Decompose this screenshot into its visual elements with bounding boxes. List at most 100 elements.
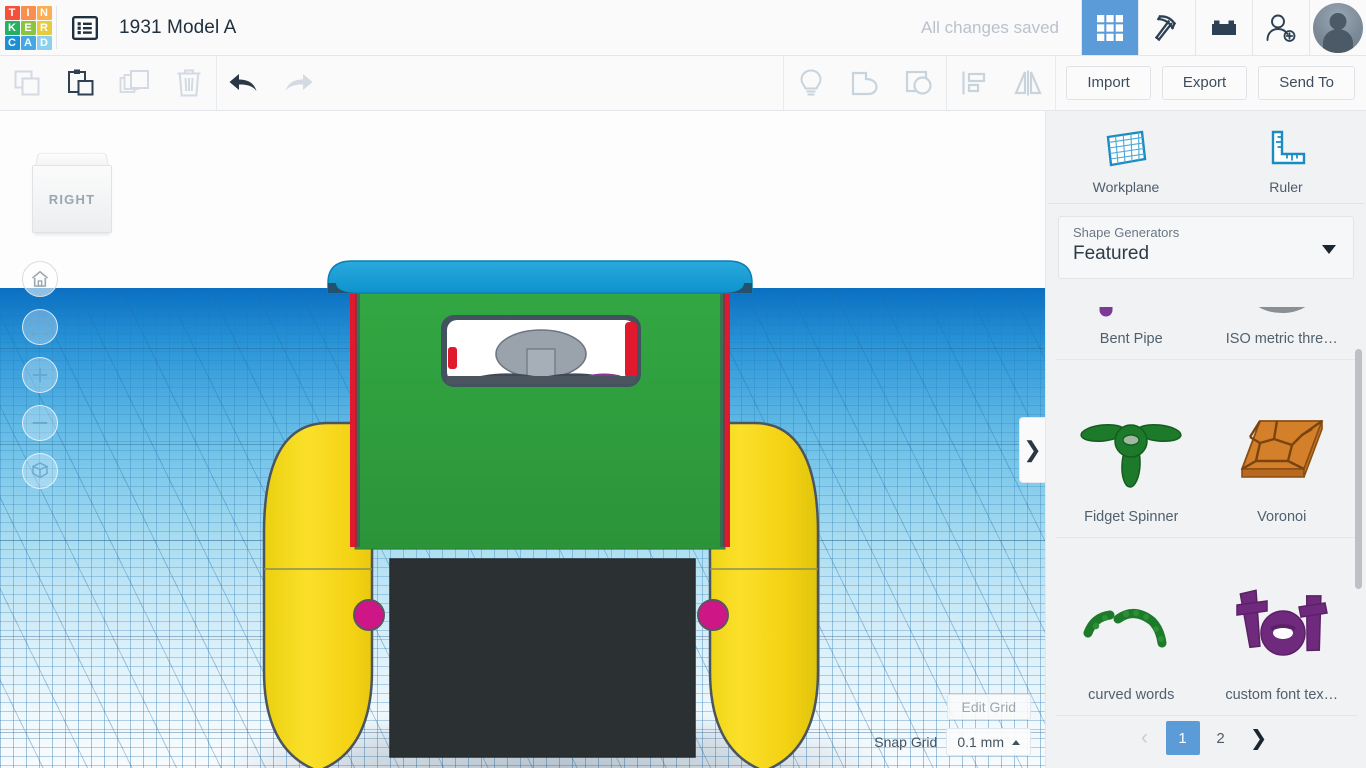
shape-item-voronoi[interactable]: Voronoi [1207, 360, 1358, 537]
workplane-tab-label: Workplane [1092, 178, 1160, 195]
snap-grid-select[interactable]: 0.1 mm [946, 728, 1031, 756]
import-button[interactable]: Import [1066, 66, 1151, 100]
group-shapes-icon [852, 71, 878, 96]
logo-letter-i: I [20, 6, 36, 20]
edit-toolbar: Import Export Send To [0, 56, 1366, 111]
right-edge-shade [720, 289, 725, 547]
shape-label: Voronoi [1257, 509, 1307, 525]
curved-words-icon [1083, 609, 1167, 648]
redo-button[interactable] [271, 56, 325, 110]
logo-letter-e: E [20, 21, 36, 35]
bent-pipe-icon [1099, 307, 1113, 317]
shape-item-bent-pipe[interactable]: Bent Pipe [1056, 291, 1207, 359]
shape-item-custom-font-text[interactable]: custom font tex… [1207, 538, 1358, 715]
logo-letter-n: N [36, 6, 52, 20]
shape-generator-value: Featured [1073, 243, 1150, 264]
shape-label: Bent Pipe [1099, 331, 1163, 347]
shape-label: custom font tex… [1225, 687, 1339, 703]
ungroup-button[interactable] [892, 56, 946, 110]
left-edge-shade [355, 289, 360, 547]
shape-list-scroll-area[interactable]: Bent Pipe ISO metric thre… Fidget Spinne… [1046, 291, 1366, 768]
snap-grid-value: 0.1 mm [957, 734, 1004, 750]
shape-pagination: ‹ 1 2 ❯ [1046, 716, 1357, 760]
tinkercad-logo[interactable]: T I N K E R C A D [0, 0, 56, 56]
left-wheel-hub [353, 599, 385, 631]
pickaxe-icon [1154, 14, 1177, 41]
edit-grid-button[interactable]: Edit Grid [946, 694, 1031, 720]
fidget-spinner-icon [1080, 423, 1182, 488]
document-list-icon [72, 15, 98, 40]
avatar [1313, 2, 1363, 53]
model-3d-object[interactable] [0, 111, 1045, 768]
duplicate-button[interactable] [108, 56, 162, 110]
zoom-out-button[interactable] [22, 405, 58, 441]
page-title[interactable]: 1931 Model A [113, 0, 236, 55]
undo-button[interactable] [217, 56, 271, 110]
view-cube[interactable]: RIGHT [32, 149, 112, 235]
logo-letter-d: D [36, 36, 52, 50]
shape-generator-select[interactable]: Shape Generators Featured [1058, 216, 1354, 279]
user-avatar-button[interactable] [1309, 0, 1366, 55]
iso-metric-thread-icon [1258, 307, 1306, 313]
home-icon [31, 270, 49, 287]
ruler-icon [1271, 130, 1306, 164]
workplane-tab[interactable]: Workplane [1046, 119, 1206, 203]
voronoi-icon [1240, 420, 1324, 478]
shape-generator-label: Shape Generators [1073, 225, 1180, 240]
paste-button[interactable] [54, 56, 108, 110]
zoom-in-button[interactable] [22, 357, 58, 393]
blocks-button[interactable] [1195, 0, 1252, 55]
3d-viewport[interactable]: RIGHT ❯ Edit Grid Snap Grid 0.1 mm [0, 111, 1045, 768]
trash-icon [177, 69, 201, 97]
light-button[interactable] [784, 56, 838, 110]
bent-pipe-thumbnail [1075, 307, 1187, 325]
pagination-page-1[interactable]: 1 [1165, 721, 1200, 755]
panel-tool-tabs: Workplane Ruler [1046, 111, 1366, 203]
invite-user-button[interactable] [1252, 0, 1309, 55]
orthographic-toggle-button[interactable] [22, 453, 58, 489]
car-roof [327, 260, 753, 294]
toolbar-separator-4 [1055, 56, 1057, 110]
redo-arrow-icon [285, 74, 313, 91]
logo-letter-r: R [36, 21, 52, 35]
shape-item-fidget-spinner[interactable]: Fidget Spinner [1056, 360, 1207, 537]
home-view-button[interactable] [22, 261, 58, 297]
lightbulb-icon [800, 69, 822, 96]
design-list-button[interactable] [57, 0, 113, 55]
codeblocks-button[interactable] [1138, 0, 1195, 55]
logo-letter-a: A [20, 36, 36, 50]
designs-grid-button[interactable] [1081, 0, 1138, 55]
shape-item-curved-words[interactable]: curved words [1056, 538, 1207, 715]
add-user-icon [1266, 14, 1296, 42]
shapes-panel: Workplane Ruler Shape Generators Feature… [1045, 111, 1366, 768]
mirror-icon [1014, 70, 1043, 96]
duplicate-icon [119, 70, 149, 93]
right-wheel-hub [697, 599, 729, 631]
pagination-next-button[interactable]: ❯ [1242, 721, 1276, 755]
shape-label: Fidget Spinner [1084, 509, 1179, 525]
logo-letter-c: C [4, 36, 20, 50]
view-cube-front-face[interactable]: RIGHT [32, 165, 112, 233]
fit-to-view-button[interactable] [22, 309, 58, 345]
delete-button[interactable] [162, 56, 216, 110]
mirror-button[interactable] [1001, 56, 1055, 110]
pagination-prev-button[interactable]: ‹ [1128, 721, 1162, 755]
group-button[interactable] [838, 56, 892, 110]
shape-label: ISO metric thre… [1225, 331, 1338, 347]
lego-brick-icon [1212, 20, 1236, 35]
shape-item-iso-metric-thread[interactable]: ISO metric thre… [1207, 291, 1358, 359]
chassis-panel [389, 558, 696, 758]
copy-button[interactable] [0, 56, 54, 110]
ruler-tab[interactable]: Ruler [1206, 119, 1366, 203]
ruler-tab-label: Ruler [1269, 178, 1303, 195]
export-button[interactable]: Export [1161, 66, 1248, 100]
send-to-button[interactable]: Send To [1258, 66, 1355, 100]
custom-font-text-thumbnail [1226, 569, 1338, 681]
ungroup-shapes-icon [906, 70, 932, 95]
pagination-page-2[interactable]: 2 [1204, 721, 1238, 755]
align-button[interactable] [947, 56, 1001, 110]
window-sill [447, 376, 635, 384]
minus-icon [32, 422, 48, 424]
shape-panel-scrollbar[interactable] [1355, 349, 1362, 589]
collapse-panel-button[interactable]: ❯ [1019, 417, 1045, 483]
